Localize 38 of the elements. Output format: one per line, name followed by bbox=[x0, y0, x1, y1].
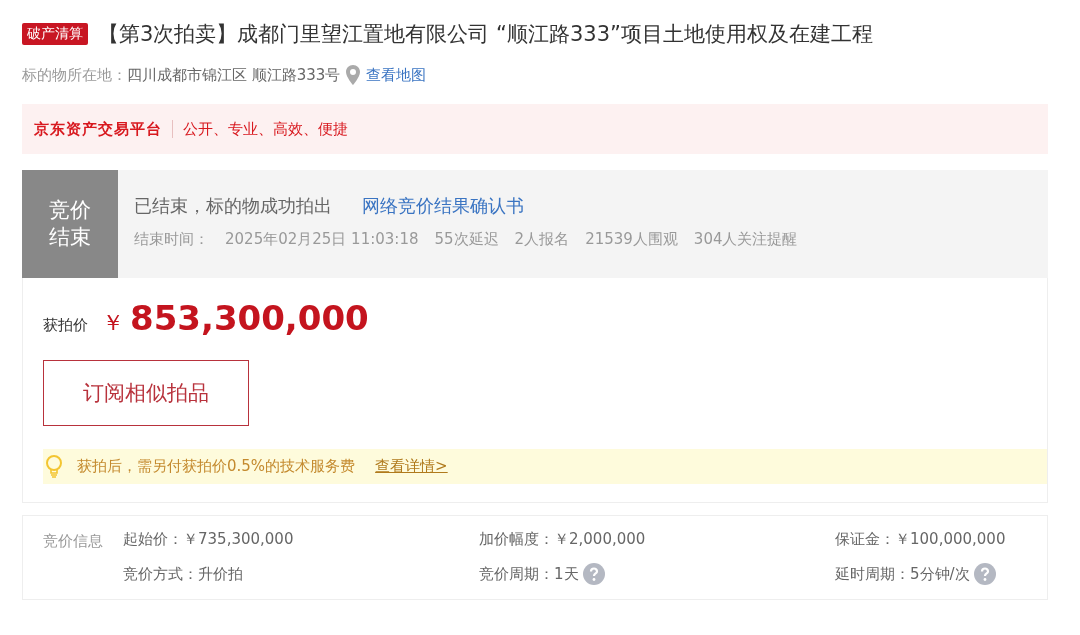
info-value: ￥100,000,000 bbox=[895, 530, 1006, 549]
info-value: 1天 bbox=[554, 564, 579, 584]
lightbulb-icon bbox=[45, 454, 63, 479]
info-label: 加价幅度： bbox=[479, 530, 554, 549]
subscribe-button[interactable]: 订阅相似拍品 bbox=[43, 360, 249, 426]
auction-stat: 304人关注提醒 bbox=[693, 230, 798, 249]
info-value: 5分钟/次 bbox=[910, 564, 970, 584]
status-message: 已结束，标的物成功拍出 bbox=[134, 194, 332, 218]
help-icon[interactable] bbox=[582, 563, 605, 585]
location-pin-icon bbox=[346, 65, 361, 85]
info-label: 延时周期： bbox=[835, 564, 910, 584]
info-value: ￥735,300,000 bbox=[183, 530, 294, 549]
platform-slogan: 公开、专业、高效、便捷 bbox=[183, 119, 348, 139]
map-link[interactable]: 查看地图 bbox=[366, 65, 427, 85]
category-tag: 破产清算 bbox=[22, 23, 88, 45]
help-icon[interactable] bbox=[973, 563, 996, 585]
auction-title: 【第3次拍卖】成都门里望江置地有限公司 “顺江路333”项目土地使用权及在建工程 bbox=[98, 21, 873, 48]
info-value: ￥2,000,000 bbox=[554, 530, 646, 549]
status-badge: 竞价结束 bbox=[22, 170, 118, 278]
info-label: 起始价： bbox=[123, 530, 183, 549]
end-time-label: 结束时间： bbox=[134, 230, 209, 249]
platform-name: 京东资产交易平台 bbox=[34, 119, 162, 139]
final-price: ￥ 853,300,000 bbox=[102, 298, 369, 338]
details-link[interactable]: 查看详情> bbox=[375, 457, 448, 476]
price-label: 获拍价 bbox=[43, 316, 88, 335]
bid-info-title: 竞价信息 bbox=[43, 531, 103, 552]
auction-stat: 21539人围观 bbox=[585, 230, 678, 249]
auction-stat: 55次延迟 bbox=[434, 230, 499, 249]
result-link[interactable]: 网络竞价结果确认书 bbox=[362, 194, 524, 218]
info-label: 保证金： bbox=[835, 530, 895, 549]
location-address: 四川成都市锦江区 顺江路333号 bbox=[127, 65, 341, 85]
auction-stat: 2人报名 bbox=[514, 230, 570, 249]
notice-text: 获拍后，需另付获拍价0.5%的技术服务费 bbox=[77, 457, 356, 476]
location-label: 标的物所在地： bbox=[22, 65, 127, 85]
info-label: 竞价方式： bbox=[123, 564, 198, 584]
end-time: 2025年02月25日 11:03:18 bbox=[225, 230, 419, 249]
info-value: 升价拍 bbox=[198, 564, 243, 584]
info-label: 竞价周期： bbox=[479, 564, 554, 584]
